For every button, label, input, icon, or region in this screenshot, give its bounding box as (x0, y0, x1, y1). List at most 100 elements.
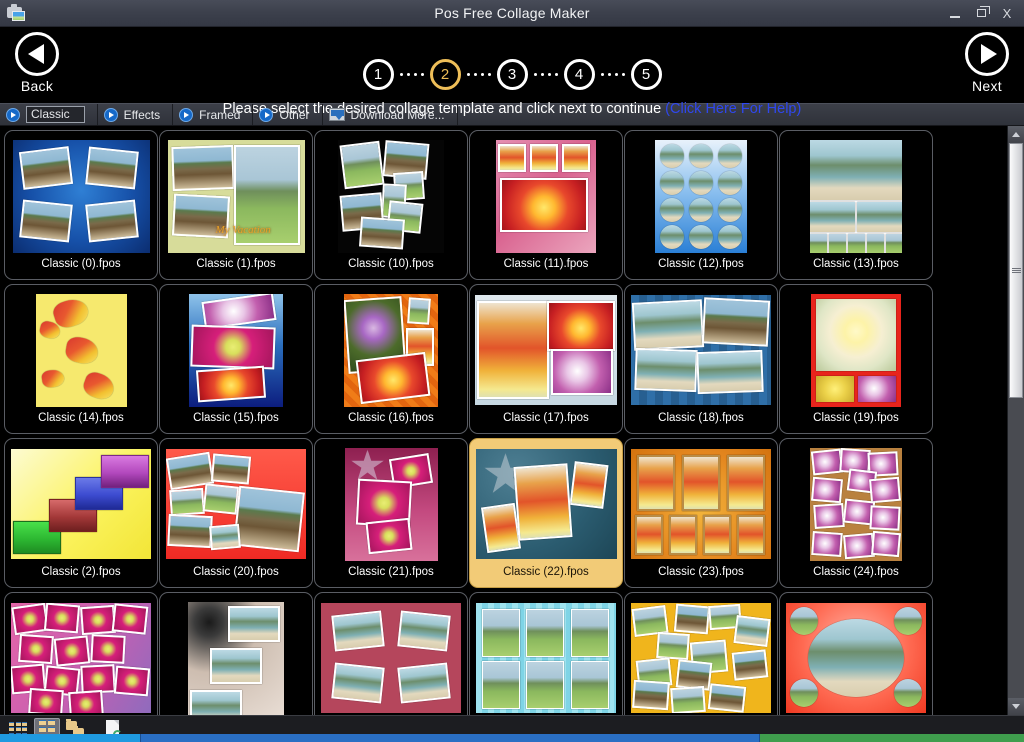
template-label: Classic (14).fpos (38, 412, 124, 424)
step-5[interactable]: 5 (630, 59, 662, 90)
template-label: Classic (11).fpos (503, 258, 589, 270)
template-item[interactable]: Classic (17).fpos (469, 284, 623, 434)
app-window: Pos Free Collage Maker X Back 1 2 3 4 5 … (0, 0, 1024, 742)
scroll-up-button[interactable] (1008, 126, 1024, 143)
template-item[interactable] (159, 592, 313, 715)
next-button[interactable]: Next (950, 32, 1024, 94)
template-thumbnail (320, 599, 462, 715)
tab-download-more[interactable]: Download More... (323, 104, 458, 125)
template-item[interactable]: My Vacation Classic (1).fpos (159, 130, 313, 280)
template-item[interactable] (624, 592, 778, 715)
template-thumbnail (475, 291, 617, 409)
template-label: Classic (15).fpos (193, 412, 279, 424)
step-dots-4 (600, 73, 625, 76)
template-thumbnail (785, 137, 927, 255)
template-item[interactable]: Classic (20).fpos (159, 438, 313, 588)
template-item[interactable]: Classic (2).fpos (4, 438, 158, 588)
template-label: Classic (1).fpos (196, 258, 276, 270)
template-grid-scroll: Classic (0).fpos My Vacation Classic (1)… (0, 126, 1007, 715)
title-bar: Pos Free Collage Maker X (0, 0, 1024, 27)
template-label: Classic (22).fpos (503, 566, 589, 578)
tab-effects-label: Effects (123, 107, 161, 122)
template-label: Classic (0).fpos (41, 258, 121, 270)
taskbar-segment (0, 734, 140, 742)
template-item[interactable]: Classic (12).fpos (624, 130, 778, 280)
arrow-circle-icon (103, 107, 118, 122)
template-thumbnail (320, 445, 462, 563)
template-grid: Classic (0).fpos My Vacation Classic (1)… (4, 130, 934, 715)
tab-framed[interactable]: Framed (173, 104, 254, 125)
scrollbar-track[interactable] (1008, 143, 1024, 698)
scrollbar-thumb[interactable] (1009, 143, 1023, 399)
template-thumbnail (475, 137, 617, 255)
taskbar-segment (760, 734, 1024, 742)
step-1[interactable]: 1 (362, 59, 394, 90)
restore-button[interactable] (968, 1, 994, 25)
step-dots-1 (399, 73, 424, 76)
template-item[interactable]: Classic (24).fpos (779, 438, 933, 588)
next-arrow-icon (965, 32, 1009, 76)
template-thumbnail (10, 137, 152, 255)
step-dots-3 (533, 73, 558, 76)
tab-download-more-label: Download More... (350, 107, 445, 122)
tab-classic-label: Classic (26, 106, 85, 123)
template-thumbnail (10, 445, 152, 563)
template-item[interactable]: Classic (11).fpos (469, 130, 623, 280)
template-thumbnail (320, 137, 462, 255)
tab-other[interactable]: Other (253, 104, 323, 125)
template-item[interactable]: Classic (14).fpos (4, 284, 158, 434)
step-4[interactable]: 4 (563, 59, 595, 90)
tab-classic[interactable]: Classic (0, 104, 98, 125)
arrow-circle-icon (6, 107, 20, 122)
template-item[interactable]: Classic (0).fpos (4, 130, 158, 280)
template-item[interactable]: Classic (18).fpos (624, 284, 778, 434)
template-thumbnail (165, 445, 307, 563)
template-item[interactable]: Classic (15).fpos (159, 284, 313, 434)
template-item[interactable]: Classic (16).fpos (314, 284, 468, 434)
template-item[interactable] (469, 592, 623, 715)
step-dots-2 (466, 73, 491, 76)
template-thumbnail (165, 291, 307, 409)
next-button-label: Next (972, 78, 1002, 94)
template-item[interactable]: Classic (13).fpos (779, 130, 933, 280)
taskbar-segment (140, 734, 760, 742)
template-thumbnail (475, 445, 617, 563)
arrow-circle-icon (179, 107, 194, 122)
template-item-selected[interactable]: Classic (22).fpos (469, 438, 623, 588)
template-thumbnail (630, 291, 772, 409)
tab-other-label: Other (279, 107, 310, 122)
template-item[interactable] (314, 592, 468, 715)
tab-framed-label: Framed (199, 107, 241, 122)
template-label: Classic (12).fpos (658, 258, 744, 270)
template-item[interactable]: Classic (23).fpos (624, 438, 778, 588)
template-browser: Classic (0).fpos My Vacation Classic (1)… (0, 126, 1024, 715)
wizard-header: Back 1 2 3 4 5 Please select the desired… (0, 27, 1024, 117)
template-item[interactable]: Classic (10).fpos (314, 130, 468, 280)
template-label: Classic (2).fpos (41, 566, 121, 578)
template-label: Classic (19).fpos (813, 412, 899, 424)
template-label: Classic (23).fpos (658, 566, 744, 578)
template-item[interactable]: Classic (21).fpos (314, 438, 468, 588)
template-item[interactable]: Classic (19).fpos (779, 284, 933, 434)
help-link[interactable]: (Click Here For Help) (665, 101, 801, 117)
template-label: Classic (18).fpos (658, 412, 744, 424)
scroll-down-button[interactable] (1008, 698, 1024, 715)
template-label: Classic (16).fpos (348, 412, 434, 424)
close-button[interactable]: X (994, 1, 1020, 25)
minimize-button[interactable] (942, 1, 968, 25)
template-label: Classic (24).fpos (813, 566, 899, 578)
template-thumbnail (785, 599, 927, 715)
vertical-scrollbar[interactable] (1007, 126, 1024, 715)
template-item[interactable] (779, 592, 933, 715)
template-thumbnail (630, 137, 772, 255)
camera-photo-icon (5, 3, 27, 23)
step-3[interactable]: 3 (496, 59, 528, 90)
download-icon (328, 108, 345, 121)
tab-effects[interactable]: Effects (98, 104, 174, 125)
template-label: Classic (20).fpos (193, 566, 279, 578)
template-thumbnail (10, 599, 152, 715)
template-thumbnail (475, 599, 617, 715)
step-2[interactable]: 2 (429, 59, 461, 90)
scrollbar-grip-icon (1011, 267, 1021, 274)
template-item[interactable] (4, 592, 158, 715)
